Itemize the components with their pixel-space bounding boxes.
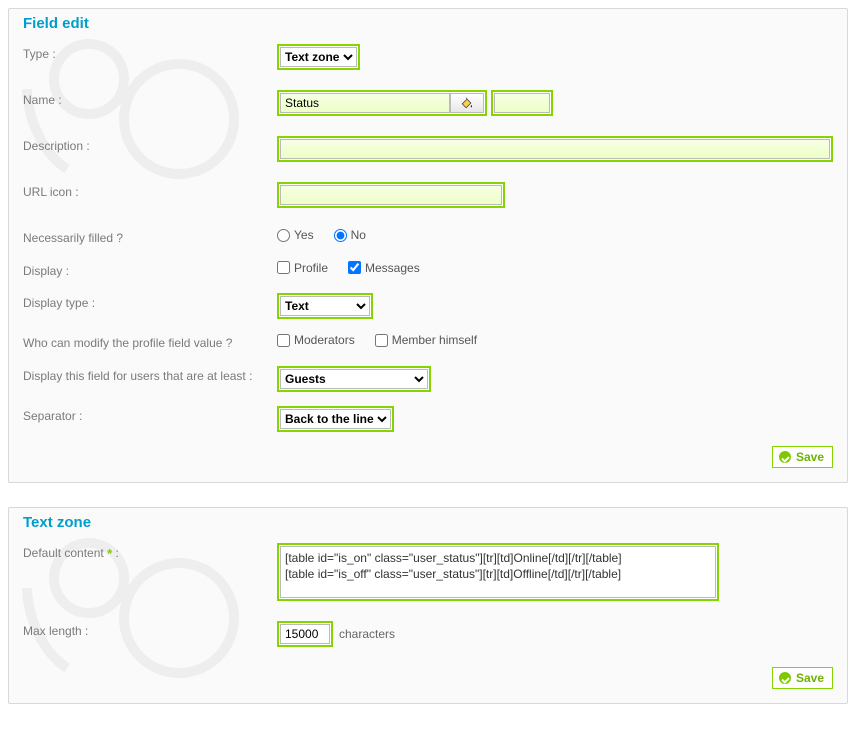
row-necessarily: Necessarily filled ? Yes No xyxy=(23,228,833,247)
row-display: Display : Profile Messages xyxy=(23,261,833,280)
field-edit-panel: Field edit Type : Text zone Name : xyxy=(8,8,848,483)
separator-select[interactable]: Back to the line xyxy=(280,409,391,429)
label-max-length: Max length : xyxy=(23,621,277,640)
radio-no-text: No xyxy=(351,228,366,242)
panel-title-2: Text zone xyxy=(23,514,833,531)
label-display: Display : xyxy=(23,261,277,280)
row-display-for: Display this field for users that are at… xyxy=(23,366,833,392)
name-group xyxy=(277,90,487,116)
check-messages-text: Messages xyxy=(365,261,420,275)
default-content-textarea[interactable] xyxy=(280,546,716,598)
row-who-modify: Who can modify the profile field value ?… xyxy=(23,333,833,352)
row-display-type: Display type : Text xyxy=(23,293,833,319)
label-default-content: Default content * : xyxy=(23,543,277,563)
label-name: Name : xyxy=(23,90,277,109)
label-separator: Separator : xyxy=(23,406,277,425)
label-who-modify: Who can modify the profile field value ? xyxy=(23,333,277,352)
save-button-label: Save xyxy=(796,450,824,464)
label-necessarily: Necessarily filled ? xyxy=(23,228,277,247)
row-url-icon: URL icon : xyxy=(23,182,833,208)
check-messages[interactable] xyxy=(348,261,361,274)
max-length-input[interactable] xyxy=(280,624,330,644)
type-select[interactable]: Text zone xyxy=(280,47,357,67)
save-row: Save xyxy=(23,446,833,468)
save-button-label-2: Save xyxy=(796,671,824,685)
check-member-text: Member himself xyxy=(392,333,477,347)
description-wrap xyxy=(277,136,833,162)
row-max-length: Max length : characters xyxy=(23,621,833,647)
check-profile-label[interactable]: Profile xyxy=(277,261,328,275)
default-content-wrap xyxy=(277,543,719,601)
check-profile[interactable] xyxy=(277,261,290,274)
check-member-label[interactable]: Member himself xyxy=(375,333,477,347)
type-select-wrap: Text zone xyxy=(277,44,360,70)
paint-bucket-icon xyxy=(460,96,474,110)
label-display-for: Display this field for users that are at… xyxy=(23,366,277,385)
display-for-wrap: Guests xyxy=(277,366,431,392)
description-input[interactable] xyxy=(280,139,830,159)
check-member[interactable] xyxy=(375,334,388,347)
radio-yes[interactable] xyxy=(277,229,290,242)
save-row-2: Save xyxy=(23,667,833,689)
row-separator: Separator : Back to the line xyxy=(23,406,833,432)
row-default-content: Default content * : xyxy=(23,543,833,601)
name-input[interactable] xyxy=(280,93,450,113)
max-length-wrap xyxy=(277,621,333,647)
color-picker-button[interactable] xyxy=(450,93,484,113)
save-button-2[interactable]: Save xyxy=(772,667,833,689)
characters-label: characters xyxy=(339,627,395,641)
display-type-wrap: Text xyxy=(277,293,373,319)
text-zone-panel: Text zone Default content * : Max length… xyxy=(8,507,848,704)
name-extra-wrap xyxy=(491,90,553,116)
name-extra-input[interactable] xyxy=(494,93,550,113)
display-for-select[interactable]: Guests xyxy=(280,369,428,389)
check-moderators[interactable] xyxy=(277,334,290,347)
check-moderators-text: Moderators xyxy=(294,333,355,347)
panel-title: Field edit xyxy=(23,15,833,32)
radio-yes-label[interactable]: Yes xyxy=(277,228,314,242)
label-display-type: Display type : xyxy=(23,293,277,312)
label-url-icon: URL icon : xyxy=(23,182,277,201)
check-circle-icon xyxy=(779,672,791,684)
row-description: Description : xyxy=(23,136,833,162)
display-type-select[interactable]: Text xyxy=(280,296,370,316)
asterisk-icon: * xyxy=(107,546,112,561)
radio-no-label[interactable]: No xyxy=(334,228,366,242)
url-icon-wrap xyxy=(277,182,505,208)
label-type: Type : xyxy=(23,44,277,63)
separator-wrap: Back to the line xyxy=(277,406,394,432)
url-icon-input[interactable] xyxy=(280,185,502,205)
check-moderators-label[interactable]: Moderators xyxy=(277,333,355,347)
row-name: Name : xyxy=(23,90,833,116)
radio-yes-text: Yes xyxy=(294,228,314,242)
label-default-content-text: Default content xyxy=(23,546,104,560)
check-messages-label[interactable]: Messages xyxy=(348,261,420,275)
row-type: Type : Text zone xyxy=(23,44,833,70)
radio-no[interactable] xyxy=(334,229,347,242)
save-button[interactable]: Save xyxy=(772,446,833,468)
check-circle-icon xyxy=(779,451,791,463)
label-description: Description : xyxy=(23,136,277,155)
check-profile-text: Profile xyxy=(294,261,328,275)
